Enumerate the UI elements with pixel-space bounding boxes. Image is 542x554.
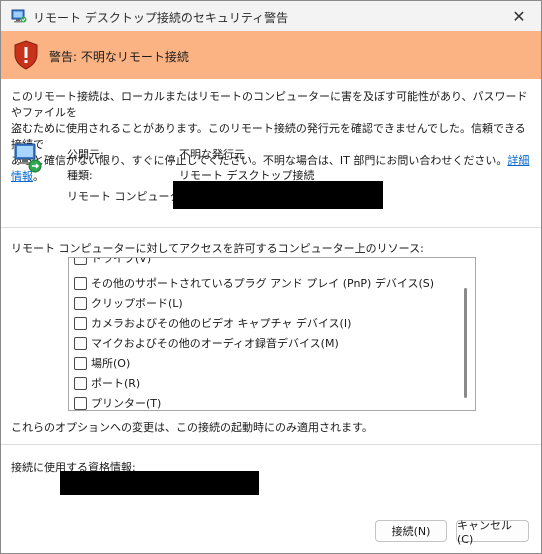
resource-cameras[interactable]: カメラおよびその他のビデオ キャプチャ デバイス(I)	[74, 314, 351, 332]
close-button[interactable]: ✕	[497, 1, 541, 31]
checkbox[interactable]	[74, 296, 87, 310]
warning-shield-icon	[14, 40, 38, 70]
checkbox[interactable]	[74, 258, 87, 265]
resource-ports[interactable]: ポート(R)	[74, 374, 140, 392]
checkbox[interactable]	[74, 336, 87, 350]
options-note: これらのオプションへの変更は、この接続の起動時にのみ適用されます。	[11, 421, 373, 434]
resource-label: ドライブ(V)	[91, 257, 152, 265]
close-icon: ✕	[512, 6, 526, 26]
checkbox[interactable]	[74, 316, 87, 330]
resources-list[interactable]: ドライブ(V) その他のサポートされているプラグ アンド プレイ (PnP) デ…	[68, 257, 476, 411]
checkbox[interactable]	[74, 396, 87, 410]
type-label: 種類:	[67, 169, 93, 182]
description-line-1: このリモート接続は、ローカルまたはリモートのコンピューターに害を及ぼす可能性があ…	[11, 90, 528, 119]
remote-desktop-icon	[11, 9, 27, 23]
credentials-redacted	[60, 471, 259, 495]
resource-label: 場所(O)	[91, 357, 131, 370]
publisher-label: 公開元:	[67, 148, 104, 161]
resources-header: リモート コンピューターに対してアクセスを許可するコンピューター上のリソース:	[11, 242, 424, 255]
resource-label: その他のサポートされているプラグ アンド プレイ (PnP) デバイス(S)	[91, 277, 435, 290]
resource-drives[interactable]: ドライブ(V)	[74, 257, 152, 267]
remote-computer-icon	[14, 143, 42, 173]
resource-label: クリップボード(L)	[91, 297, 183, 310]
scrollbar-thumb[interactable]	[464, 288, 467, 398]
resource-location[interactable]: 場所(O)	[74, 354, 130, 372]
warning-banner: 警告: 不明なリモート接続	[1, 31, 541, 79]
warning-title: 警告: 不明なリモート接続	[49, 50, 189, 64]
resource-pnp-devices[interactable]: その他のサポートされているプラグ アンド プレイ (PnP) デバイス(S)	[74, 274, 434, 292]
divider	[1, 227, 541, 228]
security-warning-dialog: リモート デスクトップ接続のセキュリティ警告 ✕ 警告: 不明なリモート接続 こ…	[0, 0, 542, 554]
cancel-button[interactable]: キャンセル(C)	[456, 519, 529, 546]
resource-label: プリンター(T)	[91, 397, 162, 410]
checkbox[interactable]	[74, 276, 87, 290]
title-bar[interactable]: リモート デスクトップ接続のセキュリティ警告 ✕	[1, 1, 541, 31]
resource-printers[interactable]: プリンター(T)	[74, 394, 162, 410]
connect-button[interactable]: 接続(N)	[375, 520, 447, 542]
window-title: リモート デスクトップ接続のセキュリティ警告	[33, 11, 289, 25]
resource-microphones[interactable]: マイクおよびその他のオーディオ録音デバイス(M)	[74, 334, 339, 352]
resource-clipboard[interactable]: クリップボード(L)	[74, 294, 183, 312]
resource-label: ポート(R)	[91, 377, 141, 390]
divider	[1, 444, 541, 445]
checkbox[interactable]	[74, 356, 87, 370]
resource-label: マイクおよびその他のオーディオ録音デバイス(M)	[91, 337, 339, 350]
publisher-value: 不明な発行元	[179, 148, 245, 161]
resource-label: カメラおよびその他のビデオ キャプチャ デバイス(I)	[91, 317, 352, 330]
checkbox[interactable]	[74, 376, 87, 390]
remote-computer-redacted	[173, 181, 383, 209]
